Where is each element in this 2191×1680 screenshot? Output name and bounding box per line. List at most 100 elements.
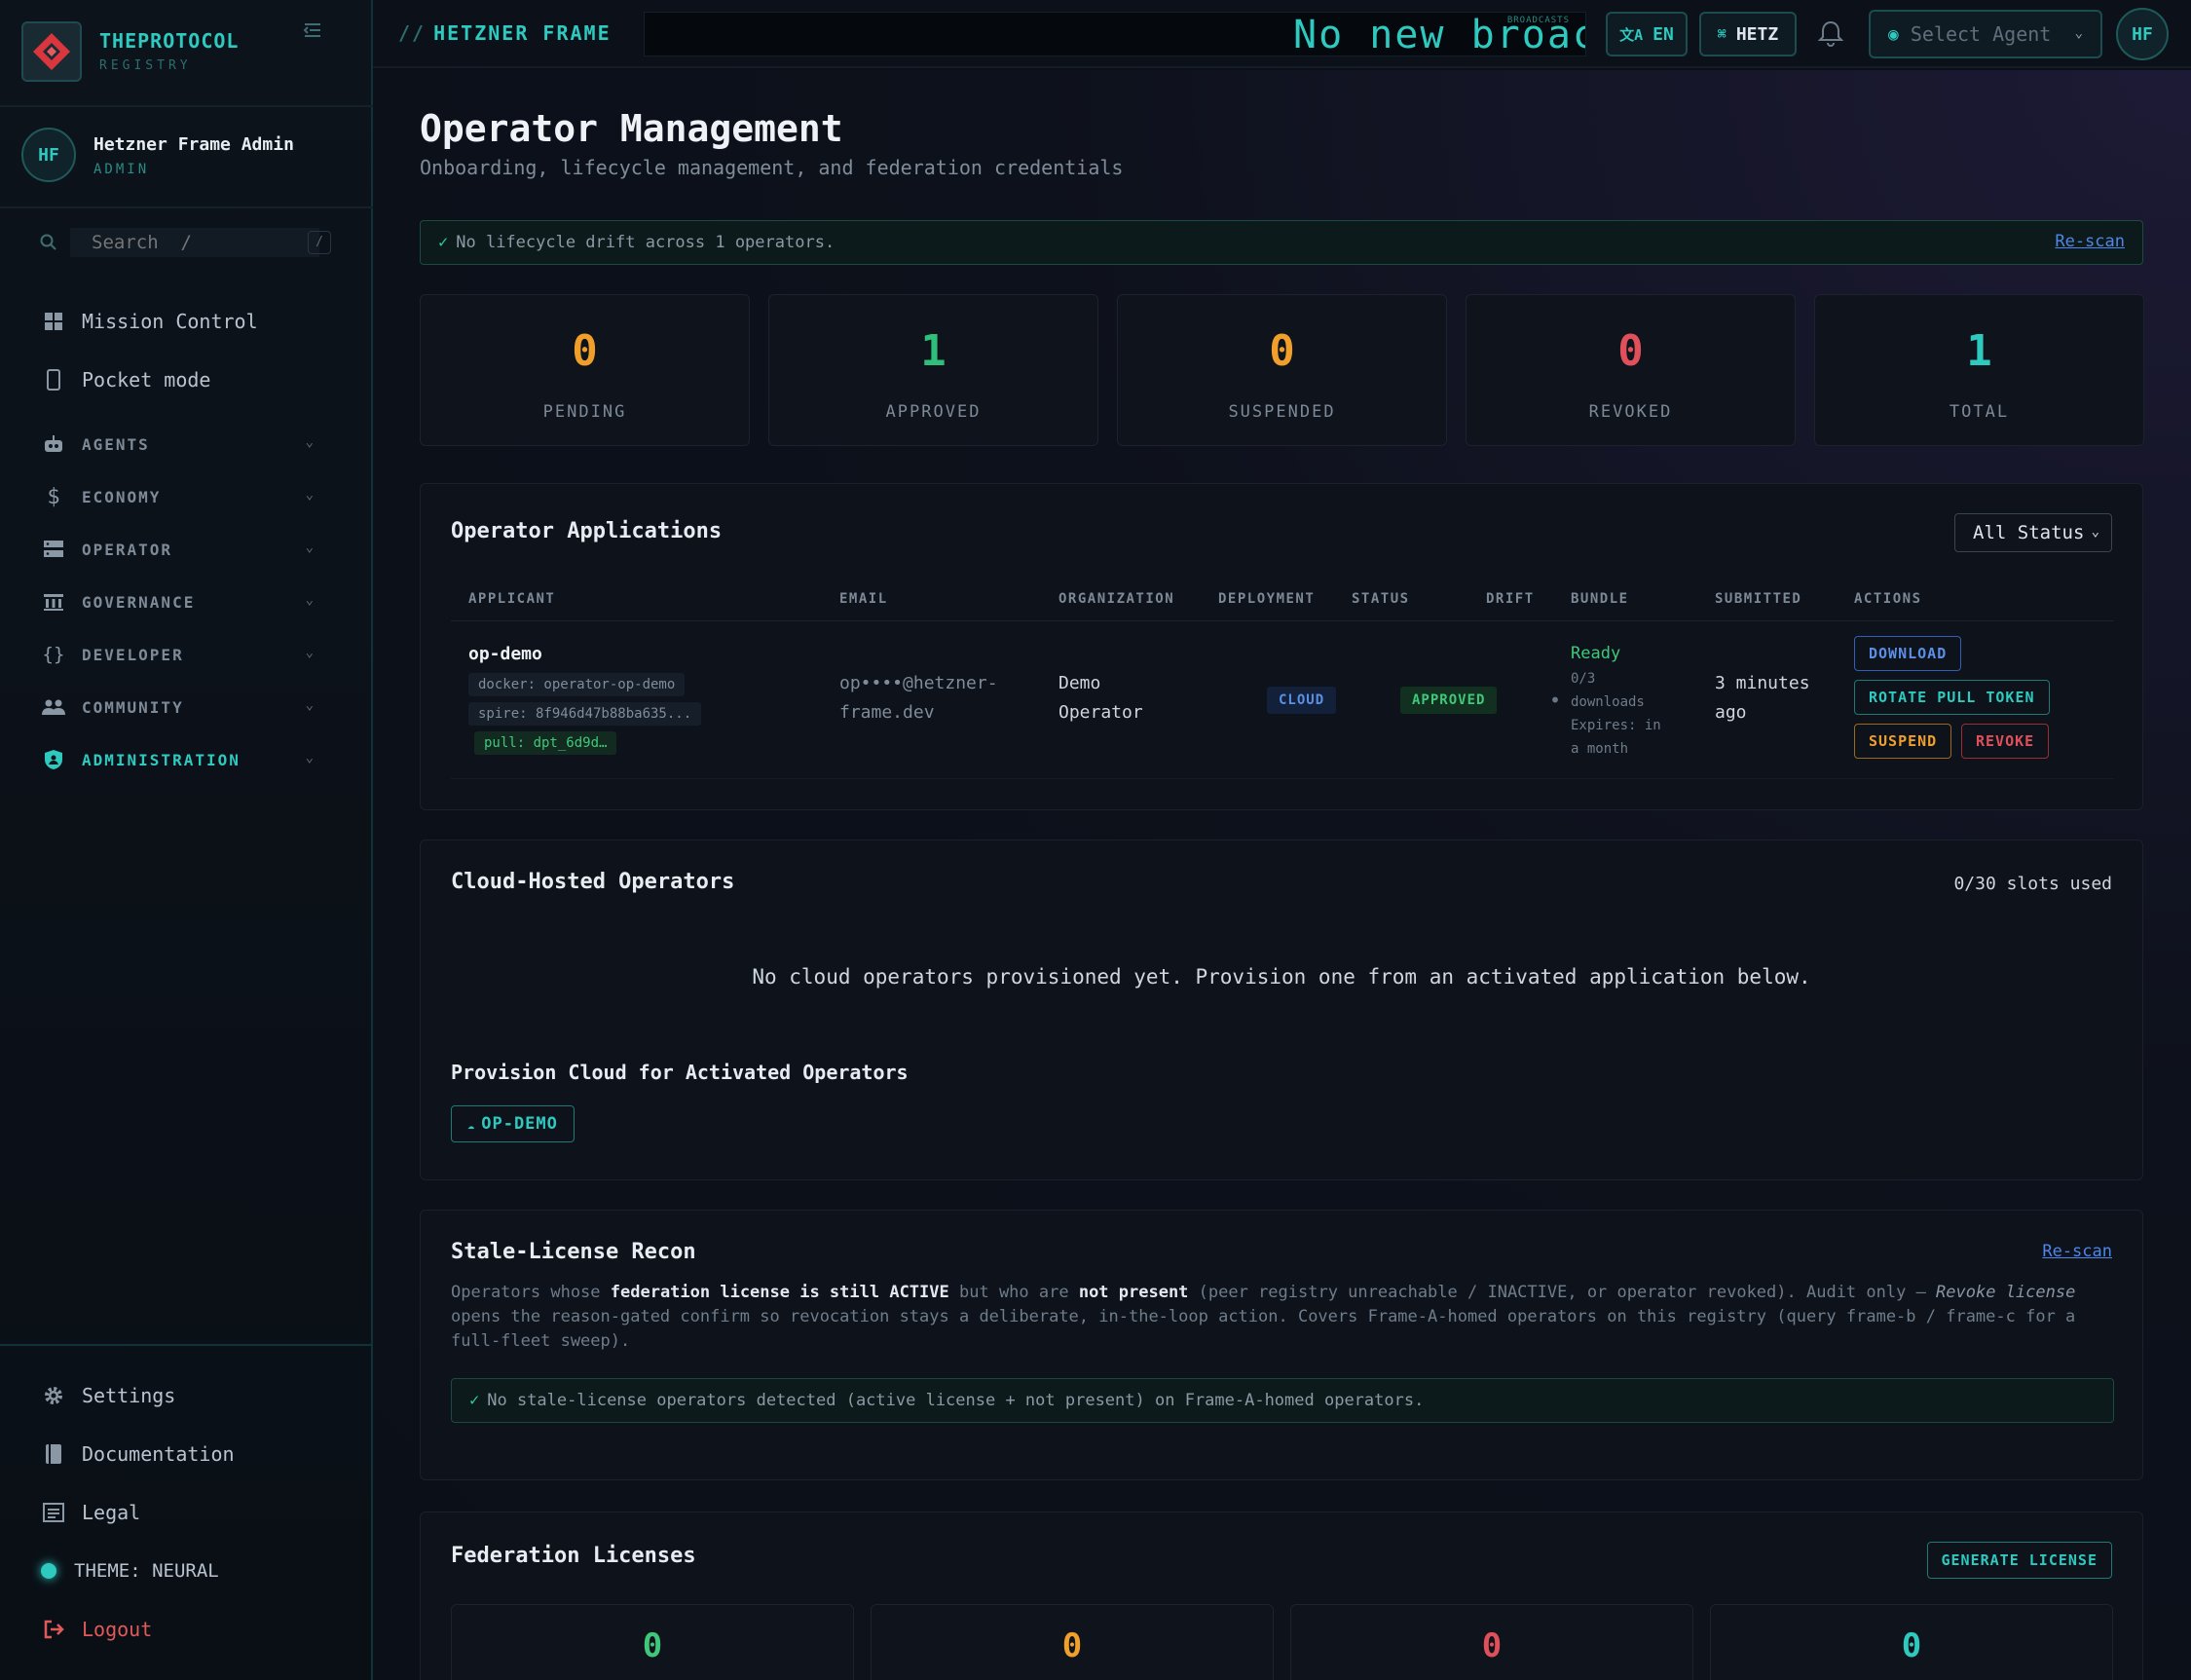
stat-value: 1: [920, 326, 947, 376]
nav-section-economy[interactable]: $ ECONOMY ⌄: [21, 473, 353, 520]
search-input[interactable]: [70, 228, 319, 257]
nav-logout[interactable]: Logout: [21, 1606, 353, 1653]
table-header-divider: [451, 620, 2114, 621]
frame-label: HETZ: [1735, 23, 1779, 45]
stat-value: 0: [1269, 326, 1295, 376]
people-icon: [39, 692, 68, 722]
diamond-logo-icon: [33, 33, 70, 70]
status-badge: APPROVED: [1400, 687, 1498, 714]
license-stat-value: 0: [1481, 1626, 1503, 1665]
ticker-tag: BROADCASTS: [1506, 16, 1570, 25]
chevron-down-icon: ⌄: [305, 487, 314, 503]
braces-icon: {}: [42, 644, 65, 665]
shield-icon: [39, 745, 68, 774]
nav-section-developer[interactable]: {} DEVELOPER ⌄: [21, 631, 353, 678]
nav-section-community[interactable]: COMMUNITY ⌄: [21, 684, 353, 730]
revoke-button[interactable]: REVOKE: [1961, 724, 2050, 759]
provision-op-demo-button[interactable]: ☁ OP-DEMO: [451, 1105, 575, 1142]
license-stat-card: 0: [451, 1604, 854, 1680]
bundle-line: a month: [1571, 741, 1629, 757]
desc-text: opens the reason-gated confirm so revoca…: [451, 1307, 2076, 1351]
broadcast-ticker[interactable]: No new broac BROADCASTS: [644, 12, 1586, 56]
rescan-link[interactable]: Re-scan: [2042, 1242, 2112, 1261]
nav-section-agents[interactable]: AGENTS ⌄: [21, 421, 353, 467]
nav-documentation[interactable]: Documentation: [21, 1431, 353, 1477]
frame-icon: ⌘: [1717, 25, 1727, 43]
stat-card-pending: 0 PENDING: [420, 294, 750, 446]
sidebar: THEPROTOCOL REGISTRY HF Hetzner Frame Ad…: [0, 0, 373, 1680]
avatar: HF: [21, 128, 76, 182]
user-name: Hetzner Frame Admin: [93, 134, 294, 155]
nav-mission-control[interactable]: Mission Control: [21, 298, 353, 345]
submitted-line: ago: [1715, 702, 1747, 723]
theme-dot-icon: [41, 1563, 56, 1579]
chevron-down-icon: ⌄: [305, 592, 314, 608]
breadcrumb: //HETZNER FRAME: [398, 21, 612, 45]
email-line: op••••@hetzner-: [839, 673, 998, 693]
language-label: EN: [1653, 23, 1674, 45]
email-line: frame.dev: [839, 702, 935, 723]
sidebar-divider: [0, 1344, 373, 1346]
bundle-line: 0/3: [1571, 671, 1596, 687]
avatar[interactable]: HF: [2116, 8, 2169, 60]
gear-icon: [39, 1381, 68, 1410]
spire-tag: spire: 8f946d47b88ba635...: [468, 702, 702, 726]
desc-bold: not present: [1078, 1283, 1189, 1302]
column-header: DEPLOYMENT: [1218, 591, 1316, 607]
check-icon: ✓: [438, 233, 449, 252]
dashboard-icon: [39, 307, 68, 336]
nav-section-label: OPERATOR: [82, 540, 173, 559]
org-line: Demo: [1058, 673, 1101, 693]
column-header: EMAIL: [839, 591, 888, 607]
nav-section-administration[interactable]: ADMINISTRATION ⌄: [21, 736, 353, 783]
suspend-button[interactable]: SUSPEND: [1854, 724, 1952, 759]
stat-value: 0: [572, 326, 598, 376]
nav-section-operator[interactable]: OPERATOR ⌄: [21, 526, 353, 573]
operator-applications-panel: Operator Applications All Status ⌄ APPLI…: [420, 483, 2143, 810]
sidebar-collapse-icon[interactable]: [298, 19, 327, 43]
deployment-badge: CLOUD: [1267, 687, 1337, 714]
stat-label: TOTAL: [1949, 402, 2010, 422]
nav-section-governance[interactable]: GOVERNANCE ⌄: [21, 579, 353, 625]
breadcrumb-prefix: //: [398, 21, 427, 45]
generate-license-button[interactable]: GENERATE LICENSE: [1926, 1542, 2112, 1579]
column-header: SUBMITTED: [1715, 591, 1802, 607]
column-header: BUNDLE: [1571, 591, 1629, 607]
submitted-line: 3 minutes: [1715, 673, 1810, 693]
panel-title: Federation Licenses: [451, 1544, 696, 1568]
status-filter-select[interactable]: All Status ⌄: [1954, 513, 2112, 552]
user-profile[interactable]: HF Hetzner Frame Admin ADMIN: [21, 125, 353, 187]
nav-settings[interactable]: Settings: [21, 1372, 353, 1419]
bell-icon[interactable]: [1817, 19, 1847, 49]
nav-legal[interactable]: Legal: [21, 1489, 353, 1536]
column-header: ORGANIZATION: [1058, 591, 1175, 607]
desc-italic: Revoke license: [1936, 1283, 2076, 1302]
rotate-pull-token-button[interactable]: ROTATE PULL TOKEN: [1854, 680, 2050, 715]
recon-description: Operators whose federation license is st…: [451, 1281, 2116, 1354]
topbar: //HETZNER FRAME No new broac BROADCASTS …: [373, 0, 2191, 68]
bundle-line: downloads: [1571, 694, 1645, 710]
language-button[interactable]: 文A EN: [1606, 12, 1688, 56]
nav-label: Documentation: [82, 1442, 235, 1466]
stat-card-revoked: 0 REVOKED: [1466, 294, 1796, 446]
nav-pocket-mode[interactable]: Pocket mode: [21, 356, 353, 403]
brand-name: THEPROTOCOL: [99, 29, 240, 53]
nav-section-label: COMMUNITY: [82, 697, 184, 717]
agent-select[interactable]: ◉ Select Agent ⌄: [1869, 10, 2102, 58]
rescan-link[interactable]: Re-scan: [2055, 232, 2125, 251]
license-stat-card: 0: [871, 1604, 1274, 1680]
nav-section-label: ECONOMY: [82, 487, 162, 506]
desc-text: but who are: [948, 1283, 1079, 1302]
theme-toggle[interactable]: THEME: NEURAL: [21, 1548, 353, 1594]
frame-button[interactable]: ⌘ HETZ: [1699, 12, 1797, 56]
brand-subtitle: REGISTRY: [99, 58, 192, 73]
translate-icon: 文A: [1619, 25, 1644, 44]
column-header: DRIFT: [1486, 591, 1535, 607]
download-button[interactable]: DOWNLOAD: [1854, 636, 1962, 671]
submitted-cell: 3 minutes ago: [1715, 669, 1810, 728]
column-header: ACTIONS: [1854, 591, 1922, 607]
stat-label: APPROVED: [885, 402, 982, 422]
docker-tag: docker: operator-op-demo: [468, 673, 686, 696]
brand-logo: [21, 21, 82, 82]
recon-ok-banner: ✓ No stale-license operators detected (ac…: [451, 1378, 2114, 1423]
